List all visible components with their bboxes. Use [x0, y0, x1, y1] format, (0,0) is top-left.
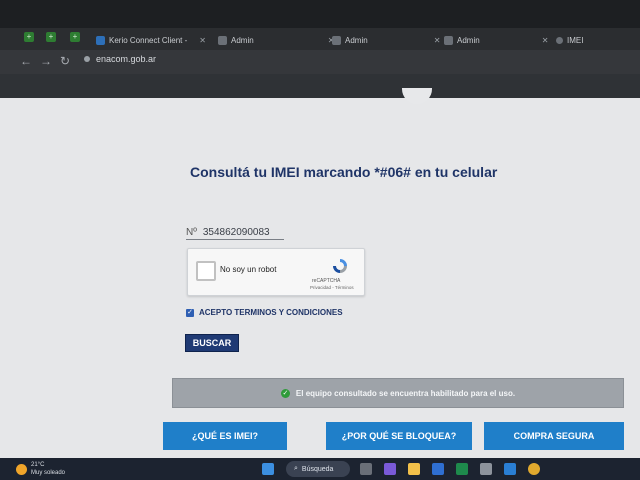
close-icon[interactable]: ✕ [542, 36, 549, 45]
loading-icon [556, 36, 563, 44]
weather-text: 21°C Muy soleado [31, 461, 65, 477]
os-taskbar: 21°C Muy soleado ⌕ Búsqueda [0, 458, 640, 480]
site-info-icon[interactable] [84, 56, 90, 62]
terms-checkbox-row[interactable]: ✓ ACEPTO TERMINOS Y CONDICIONES [186, 308, 343, 317]
tab-admin-1[interactable]: Admin ✕ [218, 31, 334, 49]
store-icon[interactable] [504, 463, 516, 475]
why-blocked-button[interactable]: ¿POR QUÉ SE BLOQUEA? [326, 422, 472, 450]
globe-icon [444, 35, 453, 45]
forward-arrow-icon[interactable]: → [40, 54, 52, 68]
status-message: El equipo consultado se encuentra habili… [295, 388, 516, 398]
task-view-icon[interactable] [360, 463, 372, 475]
close-icon[interactable]: ✕ [434, 36, 441, 45]
url-text: enacom.gob.ar [96, 54, 157, 64]
recaptcha-widget: No soy un robot reCAPTCHA Privacidad - T… [187, 248, 365, 296]
kerio-icon [96, 35, 105, 45]
terms-checkbox[interactable]: ✓ [186, 308, 194, 317]
tab-label: Admin [457, 35, 480, 45]
taskbar-search[interactable]: ⌕ Búsqueda [286, 461, 350, 477]
terms-label: ACEPTO TERMINOS Y CONDICIONES [199, 308, 343, 317]
windows-icon[interactable] [262, 463, 274, 475]
plus-icon[interactable]: + [46, 32, 56, 42]
tab-admin-3[interactable]: Admin ✕ [444, 31, 548, 49]
browser-toolbar: ← → ↻ enacom.gob.ar [0, 50, 640, 74]
reload-icon[interactable]: ↻ [60, 54, 70, 68]
safe-purchase-button[interactable]: COMPRA SEGURA [484, 422, 624, 450]
page-title: Consultá tu IMEI marcando *#06# en tu ce… [190, 164, 498, 180]
plus-icon[interactable]: + [24, 32, 34, 42]
close-icon[interactable]: ✕ [199, 36, 206, 45]
captcha-checkbox[interactable] [196, 261, 216, 281]
address-bar[interactable]: enacom.gob.ar [84, 54, 156, 64]
tab-label: IMEI [567, 35, 584, 45]
status-banner: ✓ El equipo consultado se encuentra habi… [172, 378, 624, 408]
folder-icon[interactable] [408, 463, 420, 475]
calculator-icon[interactable] [480, 463, 492, 475]
excel-icon[interactable] [456, 463, 468, 475]
imei-prefix: Nº [186, 227, 197, 238]
imei-input[interactable]: Nº 354862090083 [186, 222, 284, 240]
check-circle-icon: ✓ [280, 388, 290, 398]
back-arrow-icon[interactable]: ← [20, 54, 32, 68]
imei-value: 354862090083 [202, 227, 270, 238]
screen: + + + Kerio Connect Client - ✕ Admin ✕ A… [0, 0, 640, 480]
page-content: Consultá tu IMEI marcando *#06# en tu ce… [0, 88, 640, 458]
captcha-label: No soy un robot [220, 265, 277, 274]
search-icon: ⌕ [294, 465, 298, 472]
site-header [0, 74, 640, 98]
chat-icon[interactable] [384, 463, 396, 475]
plus-icon[interactable]: + [70, 32, 80, 42]
tab-label: Admin [345, 35, 368, 45]
what-is-imei-button[interactable]: ¿QUÉ ES IMEI? [163, 422, 287, 450]
outlook-icon[interactable] [432, 463, 444, 475]
search-label: Búsqueda [301, 465, 334, 473]
recaptcha-logo-icon [333, 259, 347, 273]
search-button[interactable]: BUSCAR [185, 334, 239, 352]
tab-admin-2[interactable]: Admin ✕ [332, 31, 440, 49]
tab-kerio[interactable]: Kerio Connect Client - ✕ [96, 31, 206, 49]
weather-temp: 21°C [31, 462, 45, 468]
captcha-terms[interactable]: Privacidad - Términos [310, 285, 354, 290]
weather-widget[interactable]: 21°C Muy soleado [16, 461, 65, 477]
header-notch [402, 88, 432, 104]
tab-label: Kerio Connect Client - [109, 35, 188, 45]
chrome-icon[interactable] [528, 463, 540, 475]
browser-tab-strip: + + + Kerio Connect Client - ✕ Admin ✕ A… [0, 28, 640, 50]
globe-icon [218, 35, 227, 45]
tab-label: Admin [231, 35, 254, 45]
globe-icon [332, 35, 341, 45]
captcha-brand: reCAPTCHA [312, 278, 341, 284]
weather-desc: Muy soleado [31, 470, 66, 476]
sun-icon [16, 463, 27, 475]
tab-imei[interactable]: IMEI [556, 31, 583, 49]
